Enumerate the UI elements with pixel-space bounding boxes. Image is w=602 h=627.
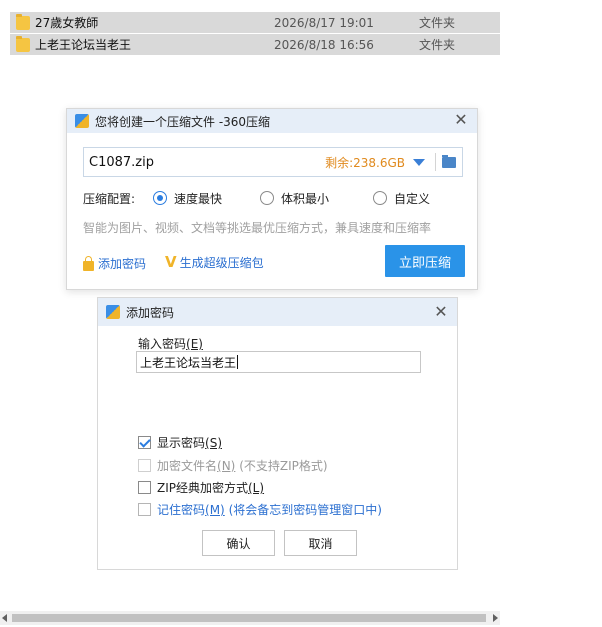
compress-now-button[interactable]: 立即压缩	[385, 245, 465, 277]
show-password-shortcut: (S)	[205, 436, 222, 450]
file-row[interactable]: 上老王论坛当老王 2026/8/18 16:56 文件夹	[10, 34, 500, 55]
checkbox-icon[interactable]	[138, 503, 151, 516]
radio-selected-icon[interactable]	[153, 191, 167, 205]
encrypt-filename-shortcut: (N)	[217, 459, 236, 473]
zip-classic-text: ZIP经典加密方式	[157, 481, 248, 495]
remember-password-label: 记住密码(M) (将会备忘到密码管理窗口中)	[157, 501, 382, 518]
cancel-button[interactable]: 取消	[284, 530, 357, 556]
file-name: 上老王论坛当老王	[35, 38, 132, 52]
super-pack-link[interactable]: V 生成超级压缩包	[165, 253, 264, 271]
checkbox-icon[interactable]	[138, 481, 151, 494]
radio-label: 体积最小	[281, 191, 330, 206]
radio-label: 自定义	[394, 191, 431, 206]
vip-v-icon: V	[165, 253, 177, 271]
compress-dialog-title-bar[interactable]: 您将创建一个压缩文件 -360压缩 ✕	[67, 109, 477, 133]
zip-classic-checkbox[interactable]: ZIP经典加密方式(L)	[138, 479, 264, 496]
horizontal-scrollbar[interactable]	[0, 611, 500, 625]
checkbox-checked-icon[interactable]	[138, 436, 151, 449]
remember-password-note: (将会备忘到密码管理窗口中)	[228, 503, 382, 517]
divider	[435, 153, 436, 171]
free-space-label: 剩余:238.6GB	[325, 155, 405, 170]
close-icon[interactable]: ✕	[453, 112, 469, 128]
compress-dialog-title: 您将创建一个压缩文件 -360压缩	[95, 114, 271, 129]
compress-hint-text: 智能为图片、视频、文档等挑选最优压缩方式，兼具速度和压缩率	[83, 221, 432, 235]
encrypt-filename-checkbox: 加密文件名(N) (不支持ZIP格式)	[138, 457, 328, 474]
archive-path-field[interactable]: C1087.zip 剩余:238.6GB	[83, 147, 463, 177]
show-password-label: 显示密码(S)	[157, 434, 222, 451]
scroll-left-arrow-icon[interactable]	[2, 614, 7, 622]
close-icon[interactable]: ✕	[433, 304, 449, 320]
radio-custom[interactable]: 自定义	[373, 190, 430, 207]
zip-classic-label: ZIP经典加密方式(L)	[157, 479, 264, 496]
password-label-shortcut: (E)	[186, 337, 203, 351]
folder-icon	[16, 13, 30, 30]
remember-password-checkbox[interactable]: 记住密码(M) (将会备忘到密码管理窗口中)	[138, 501, 382, 518]
scroll-right-arrow-icon[interactable]	[493, 614, 498, 622]
folder-icon	[16, 35, 30, 52]
radio-icon[interactable]	[260, 191, 274, 205]
radio-icon[interactable]	[373, 191, 387, 205]
add-password-dialog: 添加密码 ✕ 输入密码(E) 上老王论坛当老王 显示密码(S) 加密文件名(N)…	[97, 297, 458, 570]
add-password-link[interactable]: 添加密码	[83, 255, 146, 272]
compress-dialog: 您将创建一个压缩文件 -360压缩 ✕ C1087.zip 剩余:238.6GB…	[66, 108, 478, 290]
file-row[interactable]: 27歲女教師 2026/8/17 19:01 文件夹	[10, 12, 500, 33]
radio-label: 速度最快	[174, 191, 223, 206]
checkbox-disabled-icon	[138, 459, 151, 472]
encrypt-filename-note: (不支持ZIP格式)	[239, 459, 328, 473]
password-input[interactable]: 上老王论坛当老王	[136, 351, 421, 373]
text-caret	[237, 355, 239, 369]
chevron-down-icon[interactable]	[413, 158, 425, 166]
folder-browse-icon[interactable]	[442, 154, 456, 168]
360zip-app-icon	[106, 305, 120, 319]
file-date: 2026/8/17 19:01	[274, 15, 374, 30]
scrollbar-thumb[interactable]	[12, 614, 486, 622]
compress-config-row: 压缩配置: 速度最快 体积最小 自定义	[83, 189, 463, 207]
file-type: 文件夹	[419, 38, 456, 52]
lock-icon	[83, 255, 94, 271]
radio-speed-fastest[interactable]: 速度最快	[153, 190, 260, 207]
file-type: 文件夹	[419, 16, 456, 30]
show-password-checkbox[interactable]: 显示密码(S)	[138, 434, 222, 451]
password-dialog-title-bar[interactable]: 添加密码 ✕	[98, 298, 457, 326]
password-label-text: 输入密码	[138, 337, 187, 351]
zip-classic-shortcut: (L)	[248, 481, 265, 495]
file-name: 27歲女教師	[35, 16, 99, 30]
360zip-app-icon	[75, 114, 89, 128]
show-password-text: 显示密码	[157, 436, 206, 450]
radio-size-smallest[interactable]: 体积最小	[260, 190, 373, 207]
archive-filename[interactable]: C1087.zip	[89, 155, 325, 170]
add-password-label[interactable]: 添加密码	[98, 255, 146, 272]
password-input-label: 输入密码(E)	[138, 335, 203, 352]
remember-password-shortcut: (M)	[205, 503, 225, 517]
remember-password-text: 记住密码	[157, 503, 206, 517]
compress-config-label: 压缩配置:	[83, 191, 136, 206]
password-dialog-title: 添加密码	[126, 305, 175, 320]
file-date: 2026/8/18 16:56	[274, 37, 374, 52]
ok-button[interactable]: 确认	[202, 530, 275, 556]
password-value[interactable]: 上老王论坛当老王	[140, 354, 236, 371]
encrypt-filename-label: 加密文件名(N) (不支持ZIP格式)	[157, 457, 328, 474]
encrypt-filename-text: 加密文件名	[157, 459, 218, 473]
super-pack-label[interactable]: 生成超级压缩包	[180, 254, 264, 271]
